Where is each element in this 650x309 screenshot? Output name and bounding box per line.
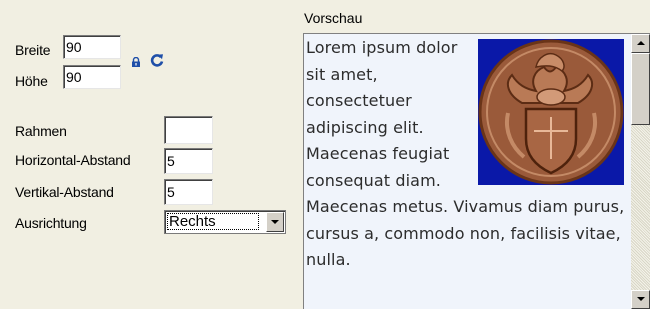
- width-input[interactable]: [63, 35, 121, 59]
- scroll-up-button[interactable]: [631, 34, 650, 53]
- align-label: Ausrichtung: [15, 215, 87, 231]
- preview-scrollbar[interactable]: [631, 34, 650, 309]
- border-label: Rahmen: [15, 123, 67, 139]
- lock-icon[interactable]: [131, 57, 141, 67]
- vspace-input[interactable]: [164, 179, 213, 205]
- coat-of-arms-image: [478, 39, 624, 185]
- align-select-value: Rechts: [169, 213, 216, 230]
- align-select[interactable]: Rechts: [164, 210, 286, 234]
- scroll-thumb[interactable]: [631, 53, 650, 125]
- hspace-label: Horizontal-Abstand: [15, 152, 131, 168]
- arrow-up-icon: [637, 41, 645, 45]
- width-label: Breite: [15, 42, 51, 58]
- chevron-down-icon: [271, 220, 279, 224]
- preview-pane: Lorem ipsum dolor sit amet, consectetuer…: [303, 33, 650, 309]
- preview-content: Lorem ipsum dolor sit amet, consectetuer…: [306, 35, 628, 274]
- align-dropdown-button[interactable]: [266, 212, 284, 232]
- height-input[interactable]: [63, 65, 121, 89]
- scroll-down-button[interactable]: [631, 290, 650, 309]
- border-input[interactable]: [164, 116, 213, 144]
- arrow-down-icon: [637, 297, 645, 301]
- height-label: Höhe: [15, 73, 48, 89]
- reset-icon[interactable]: [150, 53, 164, 67]
- vspace-label: Vertikal-Abstand: [15, 184, 114, 200]
- hspace-input[interactable]: [164, 148, 213, 174]
- preview-title: Vorschau: [304, 10, 363, 26]
